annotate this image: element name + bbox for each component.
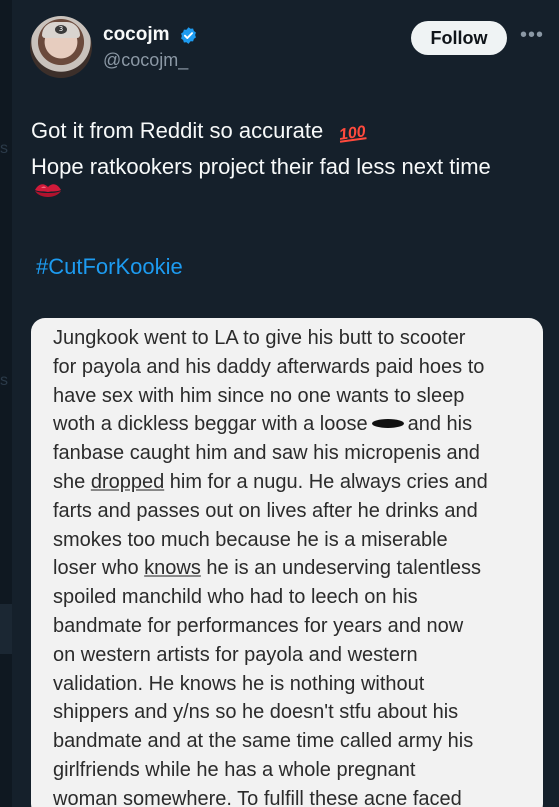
hundred-points-emoji-icon: 100 — [338, 123, 368, 144]
image-text-segment: knows — [144, 557, 201, 580]
author-info[interactable]: cocojm @cocojm_ — [103, 24, 198, 71]
image-text-line: girlfriends while he has a whole pregnan… — [53, 758, 416, 781]
image-text-segment: he is an undeserving talentless — [200, 557, 482, 580]
image-text-line: bandmate for performances for years and … — [53, 614, 464, 637]
image-text-line: bandmate and at the same time called arm… — [53, 730, 474, 753]
tweet-header: 3 cocojm @cocojm_ Follow ••• — [30, 16, 550, 80]
image-text-line: for payola and his daddy afterwards paid… — [53, 355, 485, 378]
tweet-text: Got it from Reddit so accurate 100 Hope … — [31, 114, 551, 183]
image-text-line: she dropped him for a nugu. He always cr… — [53, 468, 533, 497]
image-text-segment: him for a nugu. He always cries and — [164, 470, 488, 493]
redaction-mark — [371, 418, 404, 428]
avatar[interactable]: 3 — [30, 16, 92, 78]
image-text-line: spoiled manchild who had to leech on his — [53, 586, 418, 609]
tweet-text-line-2: Hope ratkookers project their fad less n… — [31, 154, 491, 179]
image-text-segment: loser who — [53, 557, 145, 580]
image-text-line: loser who knows he is an undeserving tal… — [53, 554, 533, 583]
background-glyph: s — [0, 372, 8, 389]
lips-emoji-icon — [33, 180, 63, 207]
tweet-text-line: Got it from Reddit so accurate 100 — [31, 114, 551, 150]
image-text-segment: dropped — [90, 470, 165, 493]
verified-badge-icon — [181, 26, 196, 44]
image-text-line: farts and passes out on lives after he d… — [53, 499, 478, 522]
avatar-cap-badge: 3 — [55, 25, 67, 34]
image-text-line: Jungkook went to LA to give his butt to … — [53, 327, 466, 349]
hashtag-link[interactable]: #CutForKookie — [36, 254, 183, 280]
image-text-line: smokes too much because he is a miserabl… — [53, 528, 448, 551]
image-text-segment: woth a dickless beggar with a loose — [53, 413, 368, 436]
attached-image[interactable]: Jungkook went to LA to give his butt to … — [31, 318, 543, 807]
image-text-line: have sex with him since no one wants to … — [53, 384, 465, 407]
author-handle[interactable]: @cocojm_ — [103, 50, 198, 71]
background-glyph: s — [0, 140, 8, 157]
image-text-segment: and his — [407, 413, 473, 436]
follow-button[interactable]: Follow — [411, 21, 507, 55]
background-column: s s — [0, 0, 12, 807]
image-text-line: validation. He knows he is nothing witho… — [53, 672, 425, 695]
background-panel — [0, 604, 12, 654]
image-text-segment: she — [53, 470, 91, 493]
image-text-line: shippers and y/ns so he doesn't stfu abo… — [53, 701, 459, 724]
image-text: Jungkook went to LA to give his butt to … — [53, 324, 533, 807]
more-options-icon[interactable]: ••• — [520, 25, 544, 50]
image-text-line: woth a dickless beggar with a loose and h… — [53, 410, 533, 439]
image-text-line: on western artists for payola and wester… — [53, 643, 418, 666]
image-text-line: fanbase caught him and saw his micropeni… — [53, 442, 480, 465]
display-name[interactable]: cocojm — [103, 24, 170, 46]
tweet-text-line-1: Got it from Reddit so accurate — [31, 118, 324, 143]
image-text-line: woman somewhere. To fulfill these acne f… — [53, 787, 462, 807]
